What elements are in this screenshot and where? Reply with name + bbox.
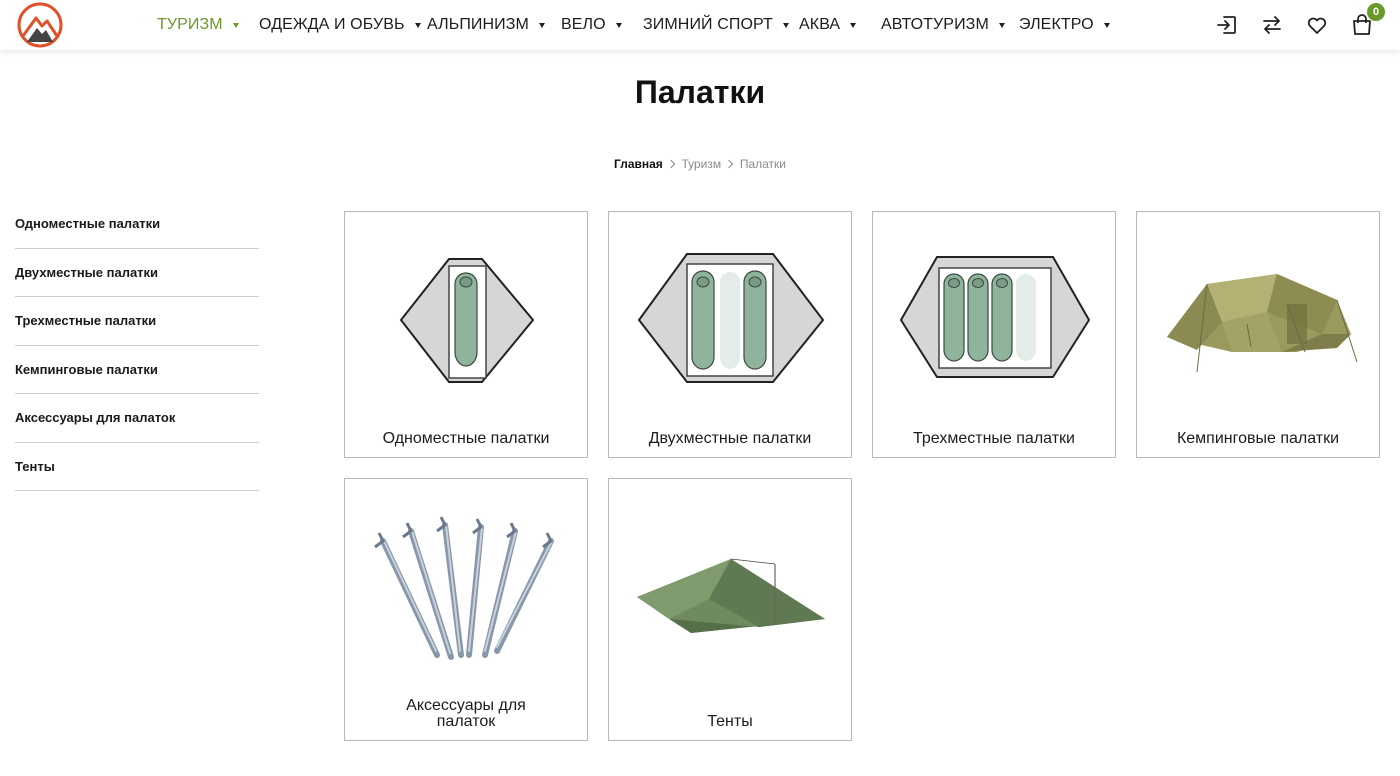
tent-pegs-photo xyxy=(374,516,554,660)
chevron-down-icon xyxy=(1103,23,1110,28)
category-card-label: Двухместные палатки xyxy=(648,430,812,447)
category-card-tarps[interactable]: Тенты xyxy=(608,478,852,741)
chevron-down-icon xyxy=(538,23,545,28)
category-card-label: Кемпинговые палатки xyxy=(1176,430,1340,447)
sidebar-item-label: Одноместные палатки xyxy=(15,216,161,232)
sidebar-item-double-tents[interactable]: Двухместные палатки xyxy=(15,249,259,297)
compare-icon[interactable] xyxy=(1260,13,1284,37)
chevron-down-icon xyxy=(850,23,857,28)
nav-label: АЛЬПИНИЗМ xyxy=(427,16,529,33)
logo-icon[interactable] xyxy=(16,2,64,48)
nav-item-winter-sport[interactable]: ЗИМНИЙ СПОРТ xyxy=(643,0,789,50)
cart-count-badge: 0 xyxy=(1367,3,1385,21)
nav-item-autotourism[interactable]: АВТОТУРИЗМ xyxy=(881,0,1005,50)
category-card-camping-tents[interactable]: Кемпинговые палатки xyxy=(1136,211,1380,458)
category-card-single-tents[interactable]: Одноместные палатки xyxy=(344,211,588,458)
category-card-label: Аксессуары для палаток xyxy=(406,697,526,730)
chevron-right-icon xyxy=(725,159,734,169)
nav-item-bike[interactable]: ВЕЛО xyxy=(561,0,622,50)
category-card-label: Одноместные палатки xyxy=(382,430,550,447)
breadcrumb-home[interactable]: Главная xyxy=(614,157,663,171)
nav-label: ВЕЛО xyxy=(561,16,606,33)
nav-item-electro[interactable]: ЭЛЕКТРО xyxy=(1019,0,1110,50)
category-card-label: Тенты xyxy=(707,713,753,730)
nav-label: АКВА xyxy=(799,16,841,33)
sidebar-item-label: Двухместные палатки xyxy=(15,264,159,280)
sidebar-item-single-tents[interactable]: Одноместные палатки xyxy=(15,200,259,249)
sidebar-item-camping-tents[interactable]: Кемпинговые палатки xyxy=(15,346,259,394)
sidebar-item-label: Трехместные палатки xyxy=(15,313,157,329)
breadcrumb: Главная Туризм Палатки xyxy=(0,157,1400,171)
site-header: ТУРИЗМ ОДЕЖДА И ОБУВЬ АЛЬПИНИЗМ ВЕЛО ЗИМ… xyxy=(0,0,1400,50)
category-card-tent-accessories[interactable]: Аксессуары для палаток xyxy=(344,478,588,741)
nav-label: ТУРИЗМ xyxy=(157,16,223,33)
category-sidebar: Одноместные палатки Двухместные палатки … xyxy=(15,200,259,491)
three-person-tent-icon xyxy=(899,256,1091,378)
nav-item-aqua[interactable]: АКВА xyxy=(799,0,857,50)
sidebar-item-label: Аксессуары для палаток xyxy=(15,410,176,426)
nav-item-tourism[interactable]: ТУРИЗМ xyxy=(157,0,239,50)
sidebar-item-tent-accessories[interactable]: Аксессуары для палаток xyxy=(15,394,259,443)
category-card-triple-tents[interactable]: Трехместные палатки xyxy=(872,211,1116,458)
category-card-double-tents[interactable]: Двухместные палатки xyxy=(608,211,852,458)
nav-label: АВТОТУРИЗМ xyxy=(881,16,989,33)
nav-label: ОДЕЖДА И ОБУВЬ xyxy=(259,16,405,33)
sidebar-item-tarps[interactable]: Тенты xyxy=(15,443,259,491)
heart-icon[interactable] xyxy=(1305,13,1329,37)
breadcrumb-section[interactable]: Туризм xyxy=(681,157,721,171)
page-title: Палатки xyxy=(634,74,766,110)
sidebar-item-label: Тенты xyxy=(15,458,55,474)
login-icon[interactable] xyxy=(1215,13,1239,37)
two-person-tent-icon xyxy=(637,253,825,383)
nav-item-clothing[interactable]: ОДЕЖДА И ОБУВЬ xyxy=(259,0,421,50)
category-card-label: Трехместные палатки xyxy=(913,430,1075,447)
one-person-tent-icon xyxy=(399,258,535,383)
breadcrumb-current: Палатки xyxy=(739,157,786,171)
sidebar-item-triple-tents[interactable]: Трехместные палатки xyxy=(15,297,259,346)
chevron-down-icon xyxy=(615,23,622,28)
nav-label: ЗИМНИЙ СПОРТ xyxy=(643,16,773,33)
nav-label: ЭЛЕКТРО xyxy=(1019,16,1094,33)
chevron-down-icon xyxy=(232,23,239,28)
chevron-down-icon xyxy=(414,23,421,28)
chevron-down-icon xyxy=(782,23,789,28)
tarp-photo xyxy=(637,558,825,633)
sidebar-item-label: Кемпинговые палатки xyxy=(15,361,158,377)
camping-tent-photo xyxy=(1167,274,1358,373)
nav-item-alpinism[interactable]: АЛЬПИНИЗМ xyxy=(427,0,545,50)
chevron-right-icon xyxy=(666,159,676,169)
chevron-down-icon xyxy=(998,23,1005,28)
